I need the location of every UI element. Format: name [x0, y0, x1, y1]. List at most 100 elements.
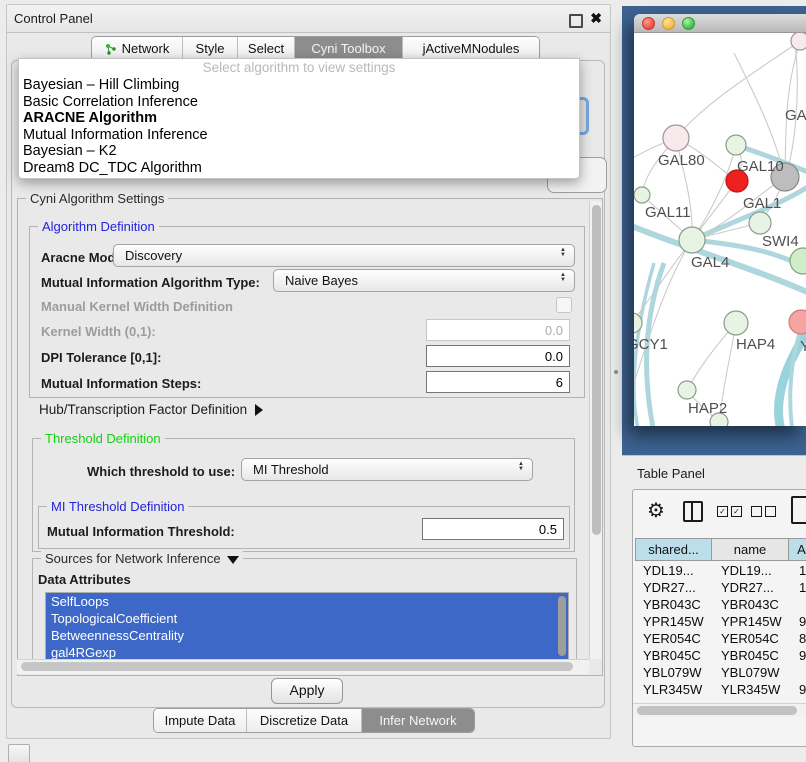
node-label: GAL4	[691, 254, 729, 271]
apply-button[interactable]: Apply	[271, 678, 343, 704]
node-gal11[interactable]	[634, 187, 650, 203]
tab-discretize-data[interactable]: Discretize Data	[246, 709, 361, 732]
bottom-tabs: Impute Data Discretize Data Infer Networ…	[153, 708, 475, 733]
tab-jactivemnodules[interactable]: jActiveMNodules	[402, 37, 539, 60]
new-table-icon[interactable]	[791, 496, 806, 524]
hub-definition-toggle[interactable]: Hub/Transcription Factor Definition	[39, 402, 263, 417]
tab-style-label: Style	[196, 41, 225, 56]
scrollbar-thumb[interactable]	[21, 662, 573, 671]
attribute-item-selected[interactable]: SelfLoops	[46, 593, 568, 610]
node-label: GAL80	[658, 152, 705, 169]
dpi-tolerance-label: DPI Tolerance [0,1]:	[41, 350, 161, 365]
minimize-traffic-light-icon[interactable]	[662, 17, 675, 30]
which-threshold-label: Which threshold to use:	[87, 464, 235, 479]
close-icon[interactable]: ✖	[590, 10, 602, 27]
manual-kernel-checkbox[interactable]	[556, 297, 572, 313]
panel-title: Control Panel	[14, 11, 93, 26]
cell-shared: YLR345W	[643, 681, 702, 698]
node-label: GAL1	[743, 195, 781, 212]
settings-group-title: Cyni Algorithm Settings	[26, 191, 168, 206]
node-label: HAP2	[688, 400, 727, 417]
list-scrollbar-thumb[interactable]	[558, 596, 566, 656]
corner-grip-button[interactable]	[8, 744, 30, 762]
manual-kernel-label: Manual Kernel Width Definition	[41, 299, 233, 314]
cell-name: YPR145W	[721, 613, 782, 630]
mi-type-label: Mutual Information Algorithm Type:	[41, 275, 260, 290]
aracne-mode-combo[interactable]: Discovery ▲▼	[113, 244, 575, 267]
dropdown-item[interactable]: Bayesian – K2	[19, 143, 579, 160]
scrollbar-thumb[interactable]	[592, 205, 601, 535]
node-gal10[interactable]	[726, 135, 746, 155]
dropdown-item[interactable]: Dream8 DC_TDC Algorithm	[19, 160, 579, 177]
cell-name: YBL079W	[721, 664, 780, 681]
node-gal1[interactable]	[749, 212, 771, 234]
dropdown-item[interactable]: Bayesian – Hill Climbing	[19, 77, 579, 94]
float-window-icon[interactable]	[569, 14, 583, 28]
mi-type-value: Naive Bayes	[285, 273, 358, 288]
tab-style[interactable]: Style	[182, 37, 237, 60]
which-threshold-combo[interactable]: MI Threshold ▲▼	[241, 458, 533, 481]
settings-vertical-scrollbar[interactable]	[589, 201, 602, 659]
panel-splitter-handle[interactable]	[614, 370, 618, 374]
dpi-tolerance-field[interactable]: 0.0	[426, 345, 570, 367]
mi-threshold-field[interactable]: 0.5	[422, 518, 564, 540]
dropdown-item-selected[interactable]: ARACNE Algorithm	[19, 110, 579, 127]
node-hap4[interactable]	[724, 311, 748, 335]
dropdown-item[interactable]: Basic Correlation Inference	[19, 94, 579, 111]
dropdown-placeholder: Select algorithm to view settings	[19, 59, 579, 77]
cell-name: YLR345W	[721, 681, 780, 698]
tab-select[interactable]: Select	[237, 37, 294, 60]
tab-impute-data[interactable]: Impute Data	[154, 709, 246, 732]
tab-infer-network[interactable]: Infer Network	[361, 709, 474, 732]
tab-infer-label: Infer Network	[379, 713, 456, 728]
column-header-shared[interactable]: shared...	[635, 538, 712, 561]
tab-network[interactable]: Network	[92, 37, 182, 60]
gear-icon[interactable]: ⚙	[647, 498, 665, 523]
tab-cyni-toolbox[interactable]: Cyni Toolbox	[294, 37, 402, 60]
attribute-item-selected[interactable]: BetweennessCentrality	[46, 627, 568, 644]
mi-steps-field[interactable]: 6	[426, 371, 570, 393]
data-attributes-list[interactable]: SelfLoops TopologicalCoefficient Between…	[45, 592, 569, 664]
node-gal80[interactable]	[663, 125, 689, 151]
kernel-width-field[interactable]: 0.0	[426, 319, 570, 341]
column-header-partial[interactable]: A	[789, 538, 806, 561]
which-threshold-value: MI Threshold	[253, 462, 329, 477]
scrollbar-thumb[interactable]	[637, 706, 797, 715]
sources-group-title[interactable]: Sources for Network Inference	[41, 551, 243, 566]
node-hap2[interactable]	[678, 381, 696, 399]
network-view-window[interactable]: GAL80 GAL10 GAL1 GAL11 SWI4 GAL4 GCY1 HA…	[634, 14, 806, 426]
node-label: GAL	[785, 107, 806, 124]
cell-shared: YER054C	[643, 630, 701, 647]
combo-arrows-icon: ▲▼	[560, 273, 566, 283]
kernel-width-label: Kernel Width (0,1):	[41, 324, 156, 339]
hub-definition-label: Hub/Transcription Factor Definition	[39, 402, 247, 417]
column-header-name[interactable]: name	[712, 538, 789, 561]
tab-select-label: Select	[248, 41, 284, 56]
select-all-checkboxes-icon[interactable]: ✓ ✓	[717, 506, 742, 517]
tab-cyni-toolbox-label: Cyni Toolbox	[311, 41, 385, 56]
mi-type-combo[interactable]: Naive Bayes ▲▼	[273, 269, 575, 292]
columns-icon[interactable]	[683, 501, 703, 522]
data-attributes-label: Data Attributes	[38, 572, 131, 587]
mi-threshold-group-title: MI Threshold Definition	[47, 499, 188, 514]
cell-value: 9.	[799, 681, 806, 698]
network-canvas[interactable]: GAL80 GAL10 GAL1 GAL11 SWI4 GAL4 GCY1 HA…	[634, 33, 806, 426]
node-gal4[interactable]	[679, 227, 705, 253]
checked-box-icon: ✓	[731, 506, 742, 517]
attribute-item-selected[interactable]: TopologicalCoefficient	[46, 610, 568, 627]
table-horizontal-scrollbar[interactable]	[633, 703, 806, 717]
close-traffic-light-icon[interactable]	[642, 17, 655, 30]
dropdown-item[interactable]: Mutual Information Inference	[19, 127, 579, 144]
checked-box-icon: ✓	[717, 506, 728, 517]
network-window-titlebar[interactable]	[634, 14, 806, 33]
control-panel-titlebar: Control Panel ✖	[7, 5, 610, 33]
deselect-all-checkboxes-icon[interactable]	[751, 506, 776, 517]
sources-title-label: Sources for Network Inference	[45, 551, 221, 566]
zoom-traffic-light-icon[interactable]	[682, 17, 695, 30]
network-node-labels: GAL80 GAL10 GAL1 GAL11 SWI4 GAL4 GCY1 HA…	[634, 107, 806, 417]
cell-shared: YBL079W	[643, 664, 702, 681]
node-swi4[interactable]	[790, 248, 806, 274]
settings-horizontal-scrollbar[interactable]	[17, 659, 589, 674]
node-salmon[interactable]	[789, 310, 806, 334]
node-partial[interactable]	[791, 33, 806, 50]
